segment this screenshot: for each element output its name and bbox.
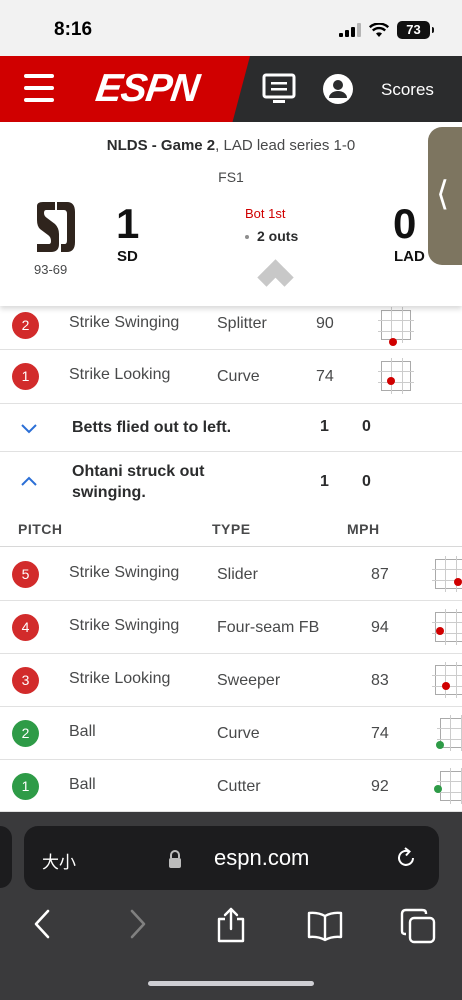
pitch-number-badge: 2 xyxy=(12,312,39,339)
espn-nav-bar: ESPN Scores xyxy=(0,56,462,122)
status-bar: 8:16 73 xyxy=(0,0,462,56)
strike-zone-icon xyxy=(378,358,414,394)
pitch-row: 1 Strike Looking Curve 74 xyxy=(0,350,462,404)
pitch-result: Strike Swinging xyxy=(69,314,180,331)
pitch-type: Four-seam FB xyxy=(217,619,320,636)
pitch-row: 2 Ball Curve 74 xyxy=(0,707,462,760)
menu-icon[interactable] xyxy=(24,74,54,102)
pitch-mph: 92 xyxy=(371,778,389,795)
signal-icon xyxy=(339,23,361,37)
home-team-abbr: LAD xyxy=(394,248,425,265)
pitch-type: Splitter xyxy=(217,315,267,332)
pitch-location-dot xyxy=(436,627,444,635)
forward-icon[interactable] xyxy=(128,908,148,940)
share-icon[interactable] xyxy=(214,906,248,944)
pitch-row: 3 Strike Looking Sweeper 83 xyxy=(0,654,462,707)
strike-zone-icon xyxy=(432,662,462,698)
play-description: Betts flied out to left. xyxy=(72,419,232,436)
safari-toolbar: 大小 espn.com xyxy=(0,812,462,1000)
pitch-number-badge: 3 xyxy=(12,667,39,694)
column-mph: MPH xyxy=(347,521,380,537)
pitch-result: Ball xyxy=(69,776,96,793)
pitch-mph: 90 xyxy=(316,315,334,332)
pitch-mph: 87 xyxy=(371,566,389,583)
pitch-type: Curve xyxy=(217,368,260,385)
pitch-result: Strike Looking xyxy=(69,366,171,383)
away-team-abbr: SD xyxy=(117,248,138,265)
inning-status: Bot 1st xyxy=(245,206,286,221)
bases-diamond xyxy=(254,259,298,290)
play-away-runs: 1 xyxy=(320,473,329,490)
pitch-mph: 74 xyxy=(371,725,389,742)
chevron-left-icon: ⟨ xyxy=(436,175,450,213)
strike-zone-icon xyxy=(378,307,414,343)
pitch-row: 1 Ball Cutter 92 xyxy=(0,760,462,812)
text-size-button[interactable]: 大小 xyxy=(42,848,76,873)
play-row-ohtani[interactable]: Ohtani struck out swinging. 1 0 xyxy=(0,452,462,513)
pitch-number-badge: 1 xyxy=(12,363,39,390)
address-bar[interactable]: 大小 espn.com xyxy=(24,826,439,890)
battery-indicator: 73 xyxy=(397,21,434,39)
pitch-location-dot xyxy=(389,338,397,346)
lock-icon xyxy=(169,850,181,868)
pitch-location-dot xyxy=(454,578,462,586)
pitch-location-dot xyxy=(436,741,444,749)
pitch-location-dot xyxy=(442,682,450,690)
url-text[interactable]: espn.com xyxy=(214,845,309,871)
strike-zone-icon xyxy=(437,768,462,804)
side-panel-tab[interactable]: ⟨ xyxy=(428,127,462,265)
wifi-icon xyxy=(369,22,389,37)
pitch-type: Sweeper xyxy=(217,672,281,689)
espn-logo[interactable]: ESPN xyxy=(93,67,201,111)
pitch-number-badge: 1 xyxy=(12,773,39,800)
pitch-location-dot xyxy=(434,785,442,793)
pitch-type: Curve xyxy=(217,725,260,742)
reload-icon[interactable] xyxy=(394,846,418,870)
pitch-mph: 74 xyxy=(316,368,334,385)
pitch-row: 2 Strike Swinging Splitter 90 xyxy=(0,306,462,350)
play-description: Ohtani struck out swinging. xyxy=(72,463,205,501)
away-record: 93-69 xyxy=(34,262,68,277)
watch-screen-icon[interactable] xyxy=(262,73,296,105)
pitch-type: Slider xyxy=(217,566,258,583)
pitch-row: 4 Strike Swinging Four-seam FB 94 xyxy=(0,601,462,654)
outs-count: 2 outs xyxy=(245,228,298,244)
profile-icon[interactable] xyxy=(322,73,354,105)
previous-tab-preview[interactable] xyxy=(0,826,12,888)
chevron-up-icon[interactable] xyxy=(20,473,38,491)
play-row-betts[interactable]: Betts flied out to left. 1 0 xyxy=(0,404,462,452)
pitch-number-badge: 4 xyxy=(12,614,39,641)
game-scoreboard: NLDS - Game 2, LAD lead series 1-0 FS1 9… xyxy=(0,122,462,306)
pitch-result: Strike Looking xyxy=(69,670,171,687)
back-icon[interactable] xyxy=(32,908,52,940)
pitch-mph: 83 xyxy=(371,672,389,689)
chevron-down-icon[interactable] xyxy=(20,419,38,437)
series-status: NLDS - Game 2, LAD lead series 1-0 xyxy=(106,137,356,154)
pitch-type: Cutter xyxy=(217,778,261,795)
pitch-location-dot xyxy=(387,377,395,385)
scores-link[interactable]: Scores xyxy=(381,80,434,100)
pitch-number-badge: 5 xyxy=(12,561,39,588)
status-icons: 73 xyxy=(339,21,434,39)
home-indicator xyxy=(148,981,314,986)
bookmarks-icon[interactable] xyxy=(306,910,344,942)
padres-logo[interactable] xyxy=(33,200,77,254)
column-pitch: PITCH xyxy=(18,521,63,537)
play-away-runs: 1 xyxy=(320,418,329,435)
tv-network: FS1 xyxy=(218,169,244,185)
play-home-runs: 0 xyxy=(362,473,371,490)
home-score: 0 xyxy=(393,200,417,247)
pitch-mph: 94 xyxy=(371,619,389,636)
pitch-table-header: PITCH TYPE MPH xyxy=(0,513,462,547)
away-score: 1 xyxy=(116,200,140,247)
column-type: TYPE xyxy=(212,521,251,537)
pitch-number-badge: 2 xyxy=(12,720,39,747)
tabs-icon[interactable] xyxy=(400,908,436,944)
pitch-result: Strike Swinging xyxy=(69,564,180,581)
pitch-result: Strike Swinging xyxy=(69,617,180,634)
pitch-result: Ball xyxy=(69,723,96,740)
status-time: 8:16 xyxy=(54,19,93,40)
pitch-row: 5 Strike Swinging Slider 87 xyxy=(0,548,462,601)
play-home-runs: 0 xyxy=(362,418,371,435)
